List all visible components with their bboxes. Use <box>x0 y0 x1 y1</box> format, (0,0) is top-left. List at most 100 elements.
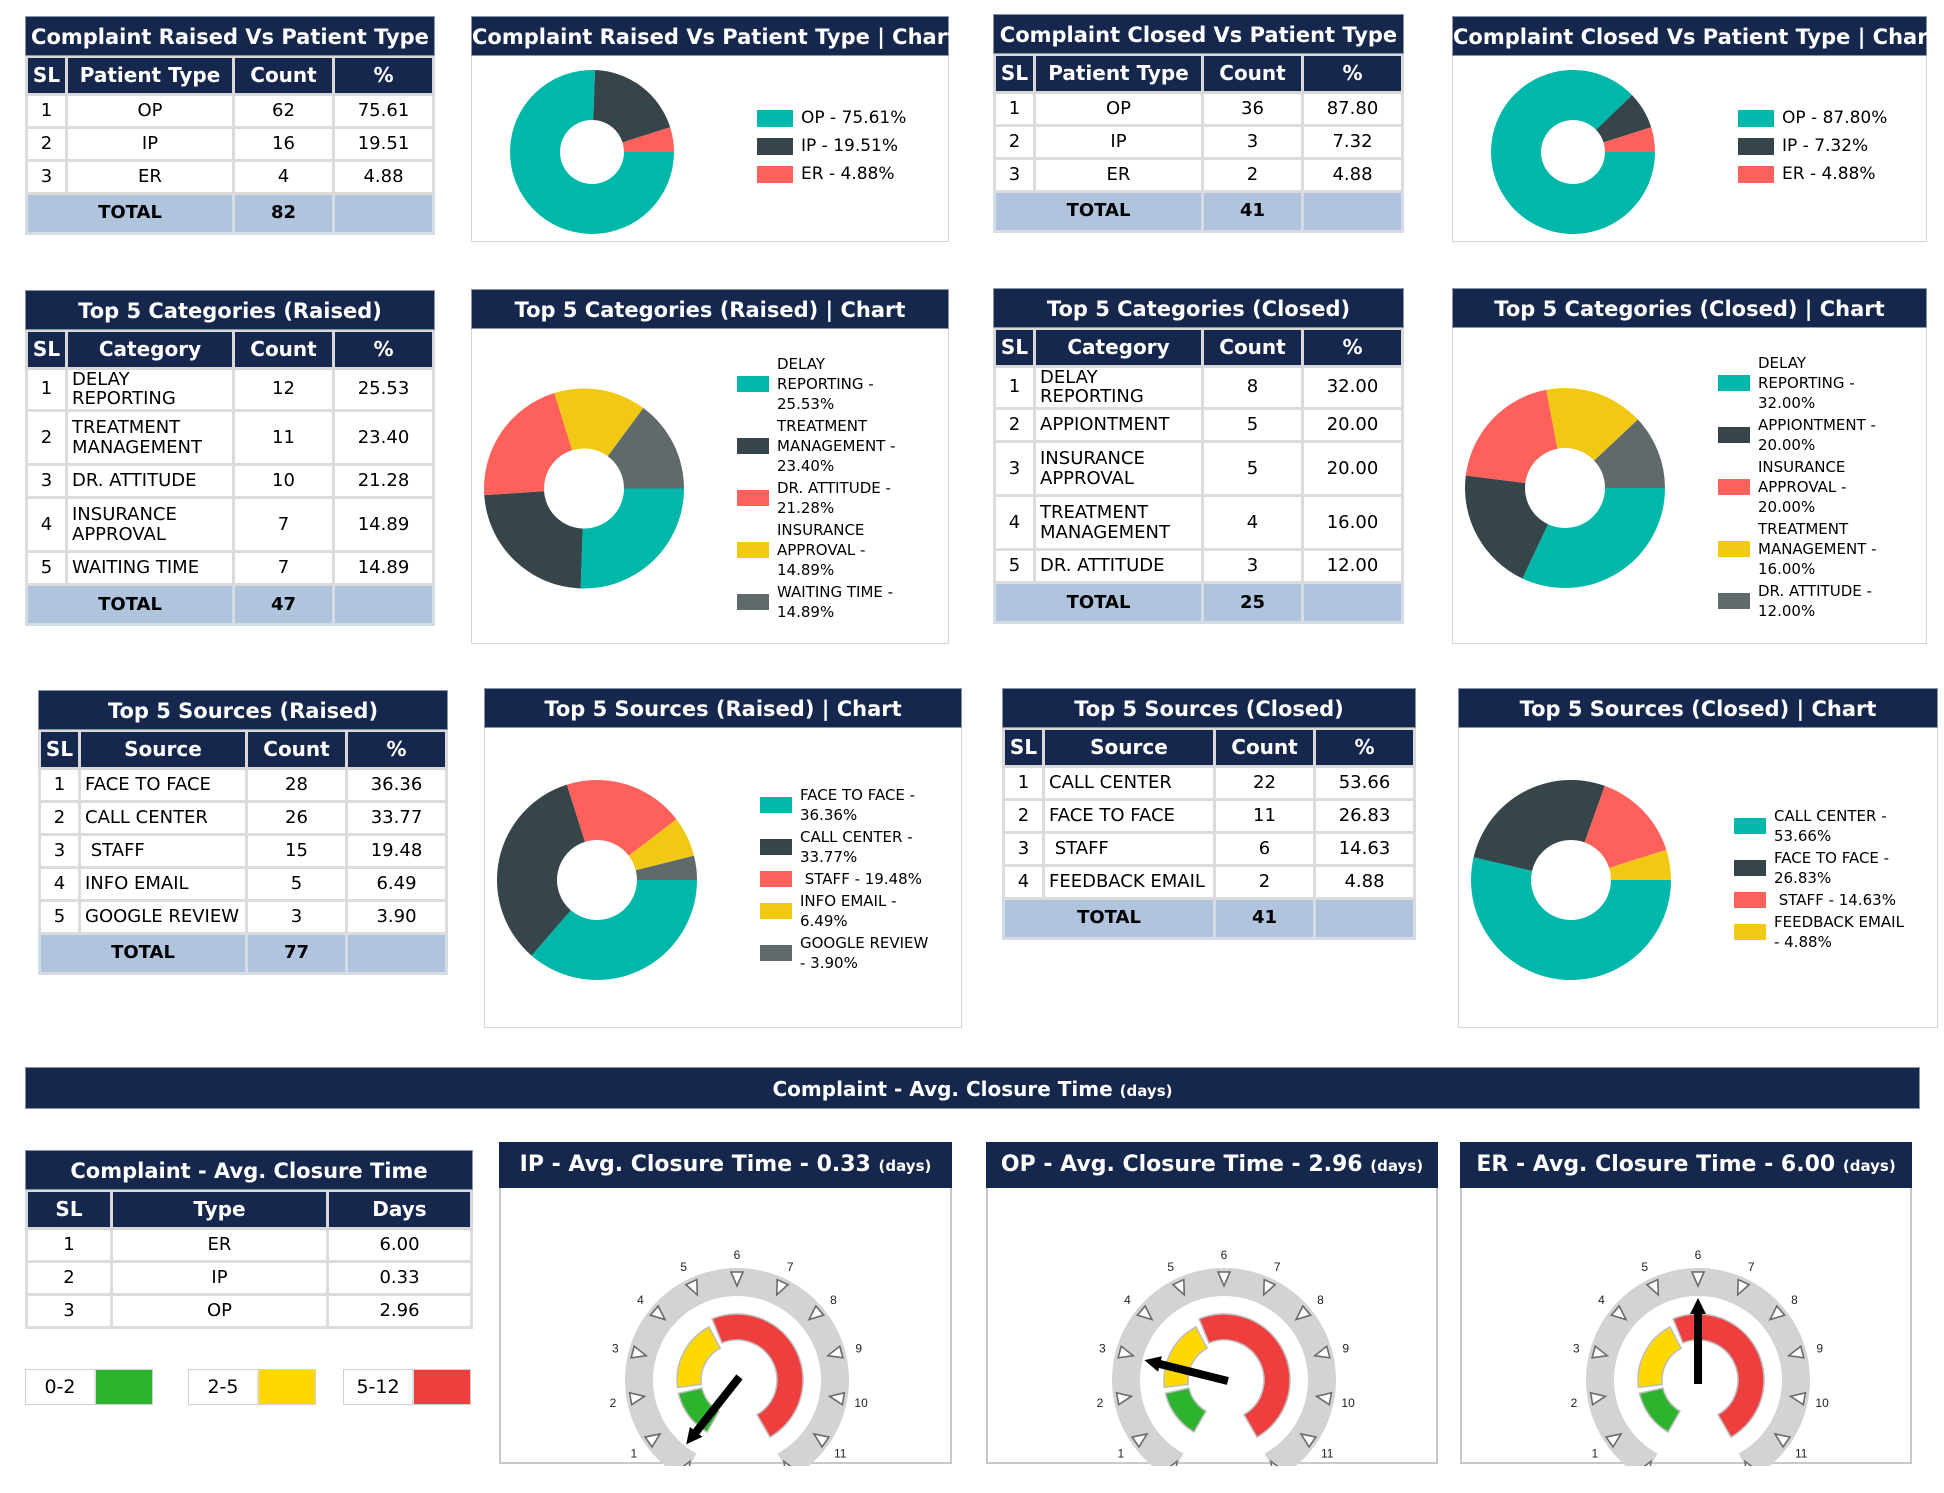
cell-sl: 3 <box>25 463 68 500</box>
legend-item[interactable]: INSURANCE APPROVAL - 20.00% <box>1718 457 1888 517</box>
cell-count: 3 <box>1201 123 1304 160</box>
legend-item[interactable]: FACE TO FACE - 36.36% <box>760 785 930 825</box>
cell-sl: 4 <box>25 496 68 554</box>
cell-pct: 16.00 <box>1301 494 1404 552</box>
gauge-dial: 0123456789101112 <box>610 1248 868 1466</box>
legend-item[interactable]: STAFF - 19.48% <box>760 869 930 889</box>
op-closure-gauge-panel: OP - Avg. Closure Time - 2.96 (days) 012… <box>986 1142 1438 1466</box>
legend-item[interactable]: GOOGLE REVIEW - 3.90% <box>760 933 930 973</box>
legend-label: DR. ATTITUDE - 21.28% <box>777 478 896 517</box>
legend-item[interactable]: TREATMENT MANAGEMENT - 23.40% <box>737 416 907 476</box>
cell-sl: 2 <box>25 1259 113 1296</box>
range-label: 5-12 <box>344 1370 412 1404</box>
cell-count: 4 <box>232 158 335 195</box>
cell-sl: 1 <box>25 366 68 413</box>
cell-count: 4 <box>1201 494 1304 552</box>
cell-pct: 75.61 <box>332 92 435 129</box>
legend-item[interactable]: STAFF - 14.63% <box>1734 890 1904 910</box>
legend-item[interactable]: DELAY REPORTING - 25.53% <box>737 354 907 414</box>
table-row: 3 ER 2 4.88 <box>993 156 1404 193</box>
legend-item[interactable]: APPIONTMENT - 20.00% <box>1718 415 1888 455</box>
cell-pct: 26.83 <box>1313 797 1416 834</box>
legend-item[interactable]: DELAY REPORTING - 32.00% <box>1718 353 1888 413</box>
cell-count: 2 <box>1201 156 1304 193</box>
legend-item[interactable]: CALL CENTER - 33.77% <box>760 827 930 867</box>
legend-item[interactable]: FACE TO FACE - 26.83% <box>1734 848 1904 888</box>
cell-name: INSURANCE APPROVAL <box>65 496 235 554</box>
gauge-dial: 0123456789101112 <box>1097 1248 1355 1466</box>
legend-item[interactable]: DR. ATTITUDE - 21.28% <box>737 478 907 518</box>
gauge-tick-label: 10 <box>1341 1396 1355 1410</box>
legend-item[interactable]: OP - 87.80% <box>1738 105 1918 131</box>
gauge-tick-label: 8 <box>1317 1293 1324 1307</box>
cell-sl: 2 <box>25 409 68 467</box>
table-title: Top 5 Categories (Raised) <box>25 290 435 330</box>
cell-sl: 5 <box>38 898 81 935</box>
legend-label: INSURANCE APPROVAL - 20.00% <box>1758 458 1852 516</box>
ip-closure-gauge-panel: IP - Avg. Closure Time - 0.33 (days) 012… <box>499 1142 952 1466</box>
cell-pct: 36.36 <box>345 766 448 803</box>
gauge-tick-label: 3 <box>1099 1341 1106 1355</box>
cell-count: 5 <box>245 865 348 902</box>
legend-swatch <box>1718 427 1750 443</box>
gauge-tick-label: 8 <box>830 1293 837 1307</box>
gauge-tick-label: 4 <box>1124 1293 1131 1307</box>
cell-sl: 1 <box>25 92 68 129</box>
legend-item[interactable]: IP - 7.32% <box>1738 133 1918 159</box>
pie-slice-delay-reporting[interactable] <box>580 488 684 589</box>
data-table-grid: SL Source Count% 1 FACE TO FACE 28 36.36 2 CALL … <box>38 730 448 975</box>
cell-sl: 3 <box>25 158 68 195</box>
total-pct-empty <box>1313 896 1416 940</box>
legend-swatch <box>1738 165 1774 183</box>
raised-sources-chart-panel: Top 5 Sources (Raised) | Chart FACE TO FA… <box>484 688 962 1028</box>
pie-slice-insurance-approval[interactable] <box>1465 389 1558 483</box>
cell-count: 2 <box>1213 863 1316 900</box>
legend-item[interactable]: INFO EMAIL - 6.49% <box>760 891 930 931</box>
legend-item[interactable]: DR. ATTITUDE - 12.00% <box>1718 581 1888 621</box>
legend-item[interactable]: IP - 19.51% <box>757 133 937 159</box>
pie-slice-delay-reporting[interactable] <box>1522 488 1665 588</box>
legend-swatch <box>1718 541 1750 557</box>
table-row: 2 TREATMENT MANAGEMENT 11 23.40 <box>25 409 435 467</box>
cell-pct: 19.51 <box>332 125 435 162</box>
cell-count: 5 <box>1201 440 1304 498</box>
legend-item[interactable]: TREATMENT MANAGEMENT - 16.00% <box>1718 519 1888 579</box>
table-title: Complaint Raised Vs Patient Type <box>25 16 435 56</box>
total-label: TOTAL <box>993 189 1204 233</box>
cell-sl: 3 <box>1002 830 1045 867</box>
legend-item[interactable]: INSURANCE APPROVAL - 14.89% <box>737 520 907 580</box>
table-title: Top 5 Categories (Closed) <box>993 288 1404 328</box>
gauge-tick-label: 6 <box>1221 1248 1228 1262</box>
cell-name: INFO EMAIL <box>78 865 248 902</box>
pie-slice-dr-attitude[interactable] <box>484 392 573 496</box>
col-header-name: Source <box>78 730 248 770</box>
legend-item[interactable]: ER - 4.88% <box>757 161 937 187</box>
legend-item[interactable]: ER - 4.88% <box>1738 161 1918 187</box>
cell-pct: 53.66 <box>1313 764 1416 801</box>
gauge-tick-label: 1 <box>630 1446 637 1460</box>
legend-swatch <box>1718 479 1750 495</box>
total-row: TOTAL 41 <box>1002 896 1416 940</box>
gauge-tick-label: 10 <box>1815 1396 1829 1410</box>
total-row: TOTAL 82 <box>25 191 435 235</box>
cell-name: IP <box>65 125 235 162</box>
cell-pct: 23.40 <box>332 409 435 467</box>
cell-name: APPIONTMENT <box>1033 407 1204 444</box>
cell-count: 26 <box>245 799 348 836</box>
total-row: TOTAL 25 <box>993 581 1404 625</box>
cell-count: 10 <box>232 463 335 500</box>
col-header-pct: % <box>345 730 448 770</box>
pie-slice-face-to-face[interactable] <box>1473 780 1605 871</box>
cell-pct: 4.88 <box>332 158 435 195</box>
cell-sl: 2 <box>25 125 68 162</box>
legend-item[interactable]: WAITING TIME - 14.89% <box>737 582 907 622</box>
cell-days: 6.00 <box>326 1226 473 1263</box>
pie-slice-treatment-management[interactable] <box>484 491 583 589</box>
cell-name: OP <box>1033 90 1204 127</box>
total-count: 77 <box>245 931 348 975</box>
cell-pct: 4.88 <box>1313 863 1416 900</box>
legend-item[interactable]: CALL CENTER - 53.66% <box>1734 806 1904 846</box>
legend-item[interactable]: OP - 75.61% <box>757 105 937 131</box>
range-label: 2-5 <box>189 1370 257 1404</box>
legend-item[interactable]: FEEDBACK EMAIL - 4.88% <box>1734 912 1904 952</box>
